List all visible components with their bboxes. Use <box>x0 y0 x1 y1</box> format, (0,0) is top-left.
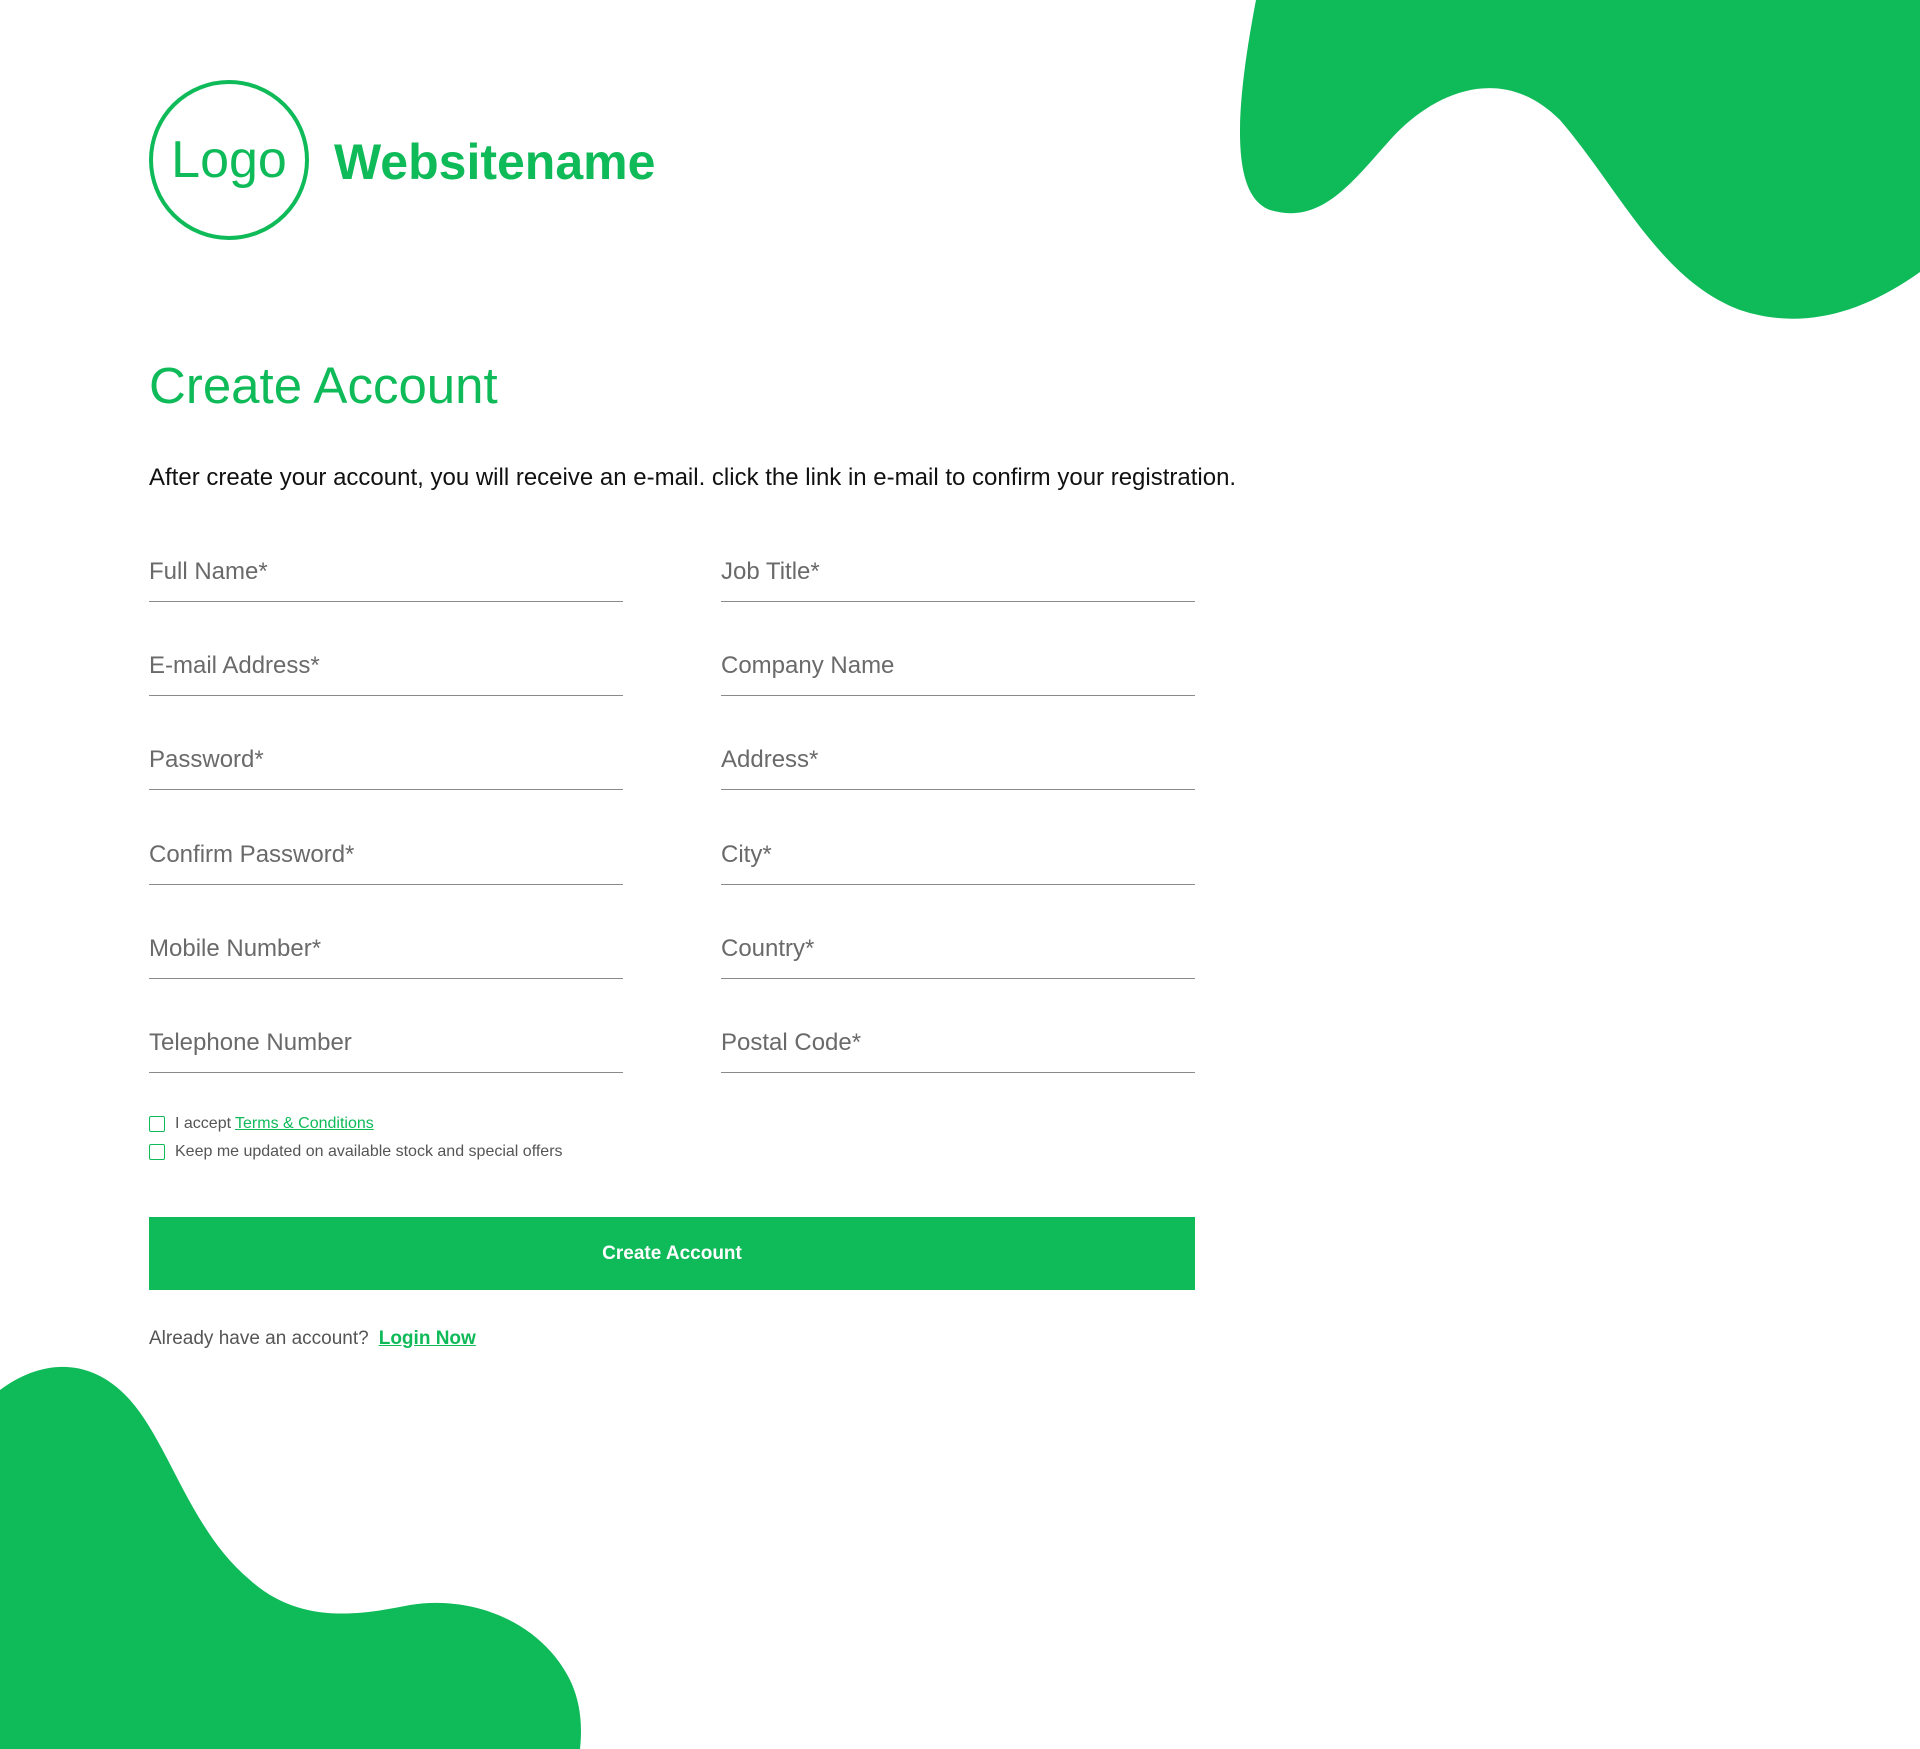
password-input[interactable] <box>149 730 623 789</box>
login-now-link[interactable]: Login Now <box>379 1328 476 1350</box>
terms-prefix: I accept <box>175 1115 232 1132</box>
postal-code-input[interactable] <box>721 1013 1195 1072</box>
email-input[interactable] <box>149 636 623 695</box>
page-title: Create Account <box>149 357 498 414</box>
login-prompt: Already have an account? <box>149 1328 369 1349</box>
intro-text: After create your account, you will rece… <box>149 464 1237 491</box>
full-name-field <box>149 542 623 602</box>
login-row: Already have an account? Login Now <box>149 1328 476 1350</box>
terms-row: I accept Terms & Conditions <box>149 1113 374 1135</box>
decorative-blob-top <box>1240 0 1920 319</box>
newsletter-label: Keep me updated on available stock and s… <box>175 1143 563 1160</box>
country-input[interactable] <box>721 919 1195 978</box>
email-field <box>149 636 623 696</box>
create-account-button[interactable]: Create Account <box>149 1217 1195 1290</box>
telephone-number-field <box>149 1013 623 1073</box>
newsletter-row: Keep me updated on available stock and s… <box>149 1141 563 1163</box>
logo-text: Logo <box>171 131 287 189</box>
terms-checkbox[interactable] <box>149 1116 165 1132</box>
company-name-field <box>721 636 1195 696</box>
city-field <box>721 825 1195 885</box>
newsletter-checkbox[interactable] <box>149 1144 165 1160</box>
terms-link[interactable]: Terms & Conditions <box>235 1115 374 1133</box>
decorative-blob-bottom <box>0 1366 581 1749</box>
mobile-number-input[interactable] <box>149 919 623 978</box>
full-name-input[interactable] <box>149 542 623 601</box>
confirm-password-field <box>149 825 623 885</box>
company-name-input[interactable] <box>721 636 1195 695</box>
country-field <box>721 919 1195 979</box>
job-title-field <box>721 542 1195 602</box>
logo: Logo <box>149 80 309 240</box>
site-name: Websitename <box>334 134 656 190</box>
telephone-number-input[interactable] <box>149 1013 623 1072</box>
job-title-input[interactable] <box>721 542 1195 601</box>
address-field <box>721 730 1195 790</box>
city-input[interactable] <box>721 825 1195 884</box>
password-field <box>149 730 623 790</box>
address-input[interactable] <box>721 730 1195 789</box>
confirm-password-input[interactable] <box>149 825 623 884</box>
postal-code-field <box>721 1013 1195 1073</box>
mobile-number-field <box>149 919 623 979</box>
